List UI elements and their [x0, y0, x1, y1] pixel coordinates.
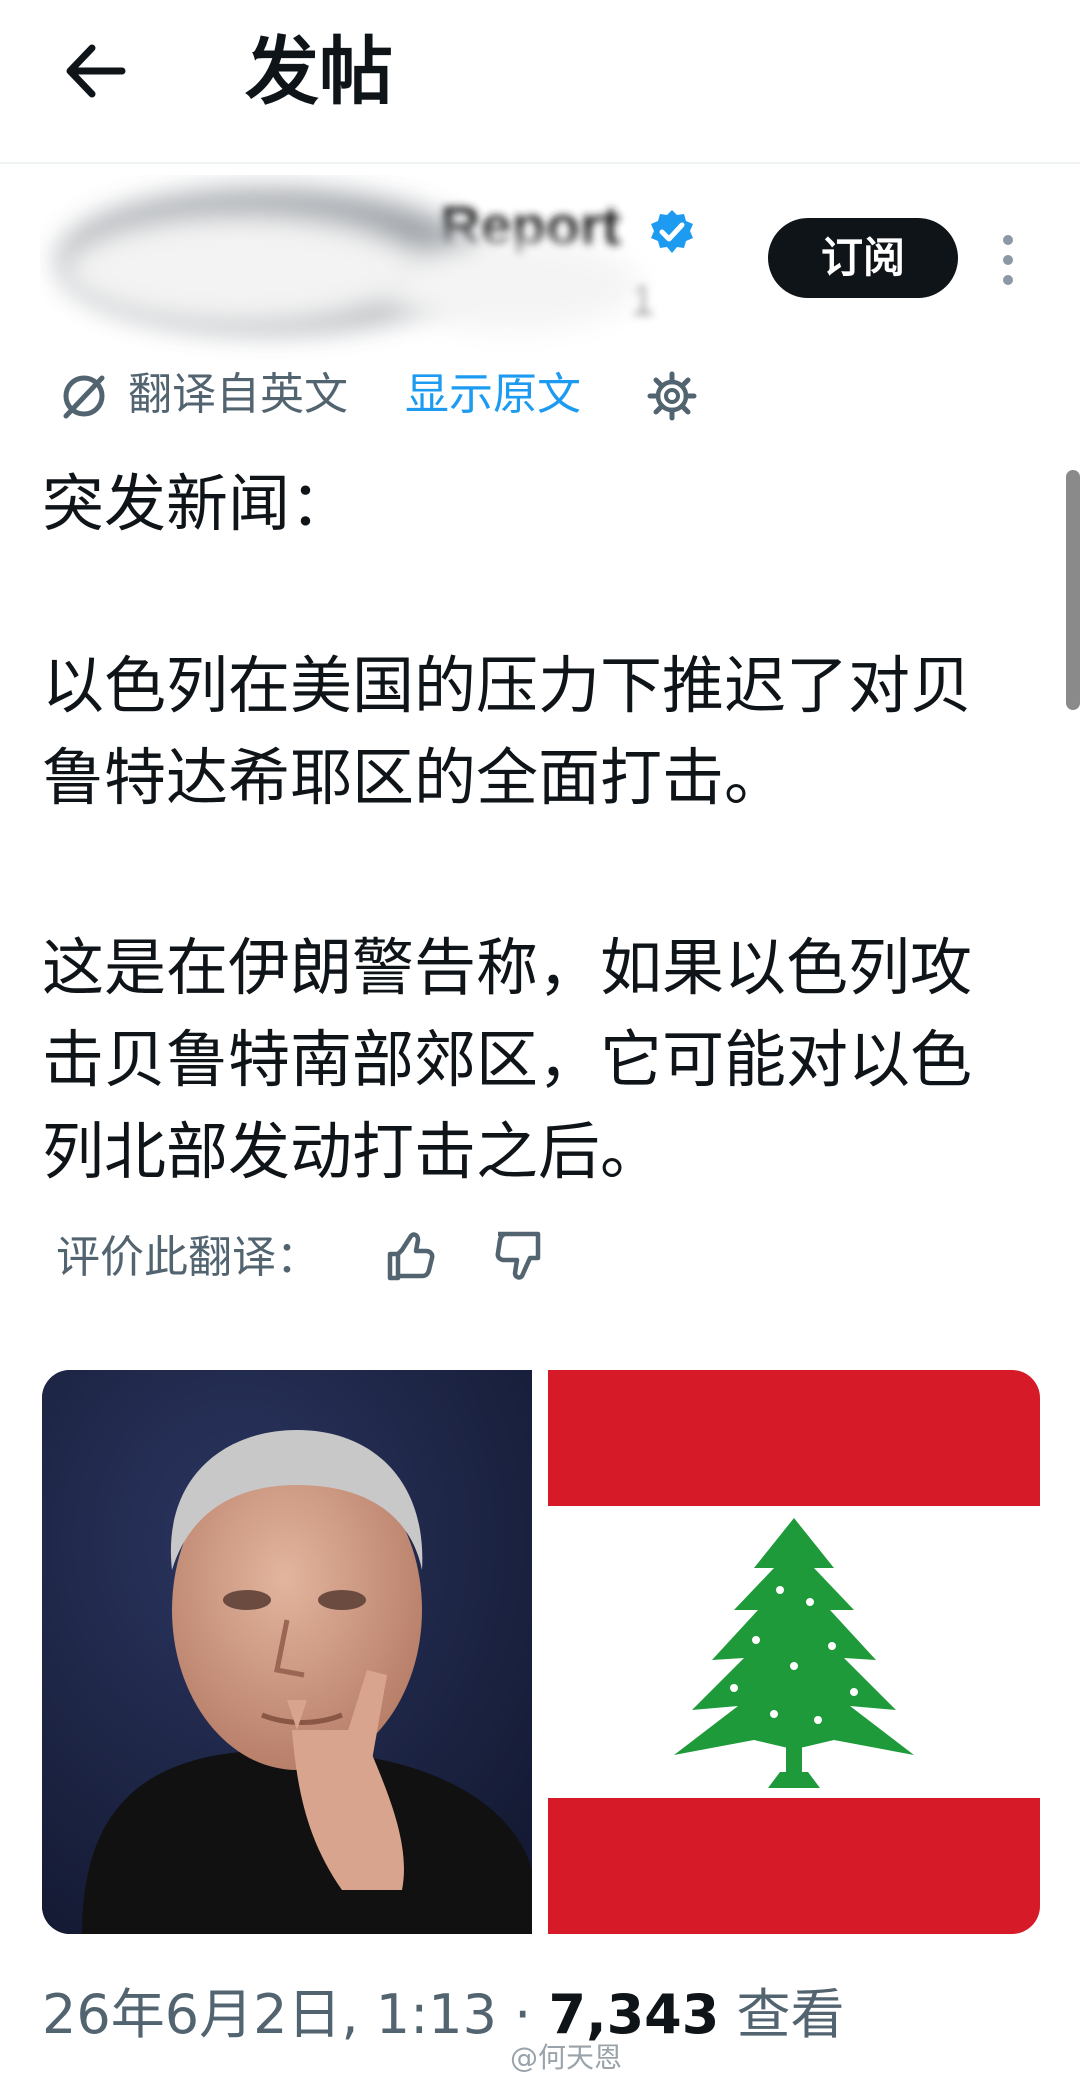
post-text-paragraph-2: 这是在伊朗警告称，如果以色列攻击贝鲁特南部郊区，它可能对以色列北部发动打击之后。	[42, 931, 973, 1188]
show-original-link[interactable]: 显示原文	[405, 367, 581, 423]
post-metadata: 26年6月2日, 1:13 · 7,343 查看	[42, 1980, 845, 2050]
verified-badge-icon	[648, 208, 696, 256]
portrait-photo[interactable]	[42, 1370, 532, 1934]
thumb-up-icon[interactable]	[382, 1228, 438, 1284]
more-vertical-icon[interactable]	[996, 232, 1020, 288]
arrow-left-icon[interactable]	[60, 36, 130, 106]
subscribe-button[interactable]: 订阅	[768, 218, 958, 298]
page-title: 发帖	[245, 29, 393, 115]
top-bar: 发帖	[0, 0, 1080, 164]
gear-icon[interactable]	[646, 370, 698, 422]
blurred-author-name[interactable]: Report 1	[40, 175, 660, 365]
post-text-paragraph-1: 以色列在美国的压力下推迟了对贝鲁特达希耶区的全面打击。	[42, 649, 973, 814]
lebanon-flag-image[interactable]	[548, 1370, 1040, 1934]
translated-from-label: 翻译自英文	[128, 369, 348, 420]
post-timestamp[interactable]: 26年6月2日, 1:13 ·	[42, 1983, 549, 2046]
media-gallery	[42, 1370, 1040, 1934]
post-text-headline: 突发新闻：	[42, 467, 353, 540]
watermark: @何天恩	[510, 2041, 623, 2074]
scrollbar-thumb[interactable]	[1066, 470, 1080, 710]
rate-translation-label: 评价此翻译：	[56, 1232, 320, 1283]
view-count: 7,343	[548, 1983, 720, 2046]
thumb-down-icon[interactable]	[490, 1228, 546, 1284]
translate-icon	[58, 370, 110, 422]
views-label: 查看	[719, 1983, 845, 2046]
